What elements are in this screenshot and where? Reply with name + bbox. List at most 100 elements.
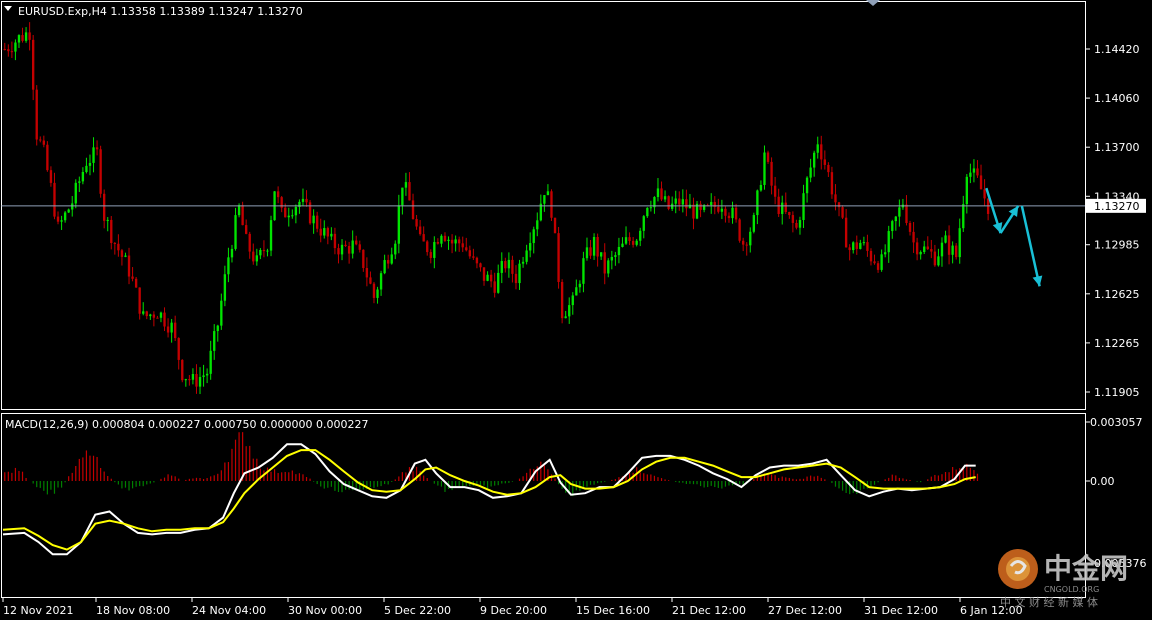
candle-body (436, 242, 440, 244)
candle-body (394, 243, 397, 255)
candle-body (259, 249, 262, 256)
candle-body (962, 204, 965, 229)
candle-body (458, 239, 461, 244)
candle-body (454, 239, 457, 244)
time-tick-label: 5 Dec 22:00 (384, 604, 451, 617)
candle-body (578, 283, 582, 288)
candle-body (174, 322, 177, 339)
candle-body (344, 244, 347, 247)
price-tick-label: 1.12265 (1094, 337, 1140, 350)
candle-body (390, 254, 393, 264)
candle-body (166, 326, 170, 333)
candle-body (717, 206, 720, 212)
candle-body (621, 243, 624, 247)
candle-body (972, 168, 976, 173)
macd-info-label: MACD(12,26,9) 0.000804 0.000227 0.000750… (5, 418, 368, 431)
candle-body (873, 261, 876, 264)
candle-body (429, 252, 432, 258)
candle-body (529, 243, 532, 251)
candle-body (511, 259, 514, 274)
price-tick-label: 1.14060 (1094, 92, 1140, 105)
candle-body (426, 241, 429, 253)
candle-body (60, 220, 63, 222)
time-tick-label: 21 Dec 12:00 (672, 604, 746, 617)
candle-body (103, 193, 106, 221)
candle-body (358, 244, 361, 250)
candle-body (781, 202, 784, 214)
candle-body (316, 215, 319, 229)
candle-body (330, 233, 333, 237)
candle-body (827, 164, 830, 173)
candle-body (220, 300, 223, 326)
candle-body (497, 272, 500, 293)
candle-body (401, 187, 404, 206)
candle-body (248, 233, 251, 252)
candle-body (245, 225, 248, 234)
candle-body (884, 252, 887, 255)
candle-body (113, 242, 116, 244)
candle-body (923, 246, 926, 252)
candle-body (78, 181, 81, 183)
watermark-brand-en: CNGOLD.ORG (1044, 585, 1099, 594)
candle-body (756, 190, 759, 216)
candle-body (667, 196, 670, 209)
macd-tick-label: 0.00 (1090, 475, 1115, 488)
candle-body (784, 202, 787, 213)
price-tick-label: 1.12625 (1094, 288, 1140, 301)
candle-body (486, 274, 489, 281)
chart-background (0, 0, 1152, 620)
candle-body (908, 222, 912, 232)
candle-body (660, 188, 663, 200)
candle-body (656, 188, 660, 198)
candle-body (138, 287, 141, 314)
candle-body (209, 350, 212, 374)
candle-body (422, 234, 425, 242)
candle-body (266, 250, 269, 252)
candle-body (688, 204, 692, 209)
candle-body (869, 250, 873, 262)
candle-body (95, 147, 99, 150)
candle-body (947, 235, 951, 255)
candle-body (262, 249, 266, 252)
candle-body (642, 216, 645, 231)
price-tick-label: 1.12985 (1094, 239, 1140, 252)
candle-body (550, 191, 553, 218)
candle-body (600, 252, 603, 257)
candle-body (159, 312, 163, 318)
candle-body (543, 195, 546, 204)
candle-body (791, 215, 795, 223)
candle-body (372, 283, 376, 298)
candle-body (213, 331, 216, 351)
symbol-info-label: EURUSD.Exp,H4 1.13358 1.13389 1.13247 1.… (18, 5, 303, 18)
price-tick-label: 1.14420 (1094, 43, 1140, 56)
candle-body (99, 149, 102, 194)
candle-body (291, 215, 294, 217)
candle-body (798, 219, 802, 228)
candle-body (639, 230, 642, 241)
candle-body (742, 240, 745, 245)
candle-body (553, 217, 557, 234)
candle-body (10, 51, 14, 53)
candle-body (979, 175, 983, 190)
candle-body (852, 242, 855, 251)
candle-body (681, 199, 684, 205)
candle-body (940, 242, 944, 257)
candle-body (301, 198, 305, 202)
candle-body (127, 255, 131, 277)
candle-body (859, 242, 862, 249)
candle-body (589, 247, 592, 256)
candle-body (408, 182, 411, 201)
candle-body (766, 152, 770, 162)
candle-body (17, 35, 21, 43)
candle-body (46, 144, 49, 171)
price-tick-label: 1.13340 (1094, 190, 1140, 203)
candle-body (195, 374, 198, 387)
candle-body (379, 273, 383, 290)
candle-body (983, 189, 986, 199)
candle-body (575, 287, 578, 296)
candle-body (202, 375, 205, 378)
candle-body (404, 182, 408, 188)
candle-body (976, 168, 979, 176)
candle-body (3, 49, 6, 50)
candle-body (841, 207, 844, 218)
